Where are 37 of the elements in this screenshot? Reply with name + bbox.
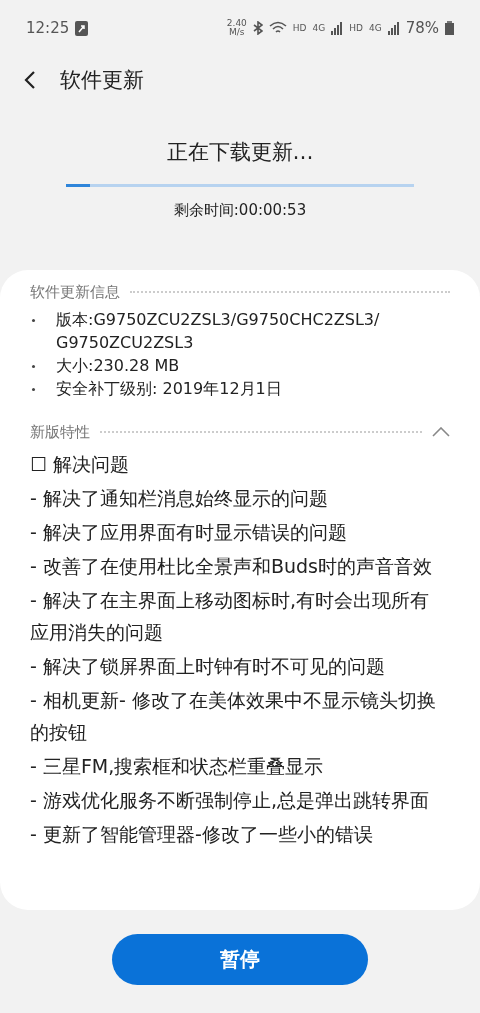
network-label: 4G [368, 23, 382, 33]
clock: 12:25 [26, 19, 70, 37]
signal-icon [387, 21, 400, 35]
signal-icon [331, 21, 344, 35]
remaining-time: 剩余时间:00:00:53 [173, 201, 307, 220]
info-item: 大小:230.28 MB [56, 355, 180, 377]
bullet [32, 388, 35, 391]
network-speed: 2.40 M/s [226, 19, 247, 37]
app-notification-icon [75, 20, 89, 36]
info-item: 版本:G9750ZCU2ZSL3/G9750CHC2ZSL3/ G9750ZCU2ZSL3 [56, 309, 380, 354]
feature-item: - 相机更新- 修改了在美体效果中不显示镜头切换的按钮 [30, 688, 436, 745]
feature-item: - 游戏优化服务不断强制停止,总是弹出跳转界面 [30, 788, 430, 813]
bullet [32, 365, 35, 368]
bullet [32, 319, 35, 322]
bluetooth-icon [252, 21, 263, 35]
battery-percent: 78% [405, 19, 439, 37]
feature-item: - 更新了智能管理器-修改了一些小的错误 [30, 822, 374, 847]
back-icon[interactable] [24, 70, 36, 90]
feature-item: - 解决了通知栏消息始终显示的问题 [30, 486, 329, 511]
page-title: 软件更新 [60, 67, 144, 94]
battery-icon [445, 21, 454, 35]
download-title: 正在下载更新… [166, 139, 314, 166]
network-label: HD [292, 23, 307, 33]
feature-item: ☐ 解决问题 [30, 452, 131, 477]
network-label: HD [349, 23, 363, 33]
feature-item: - 解决了锁屏界面上时钟有时不可见的问题 [30, 654, 386, 679]
wifi-icon [268, 21, 287, 35]
feature-item: - 解决了应用界面有时显示错误的问题 [30, 520, 348, 545]
feature-item: - 改善了在使用杜比全景声和Buds时的声音音效 [30, 554, 433, 579]
pause-button[interactable]: 暂停 [112, 934, 368, 985]
feature-item: - 三星FM,搜索框和状态栏重叠显示 [30, 754, 325, 779]
section-title: 软件更新信息 [30, 282, 120, 302]
info-item: 安全补丁级别: 2019年12月1日 [56, 378, 282, 400]
network-label: 4G [312, 23, 326, 33]
section-title: 新版特性 [30, 422, 90, 442]
collapse-chevron-icon[interactable] [432, 427, 450, 437]
feature-item: - 解决了在主界面上移动图标时,有时会出现所有应用消失的问题 [30, 588, 430, 645]
